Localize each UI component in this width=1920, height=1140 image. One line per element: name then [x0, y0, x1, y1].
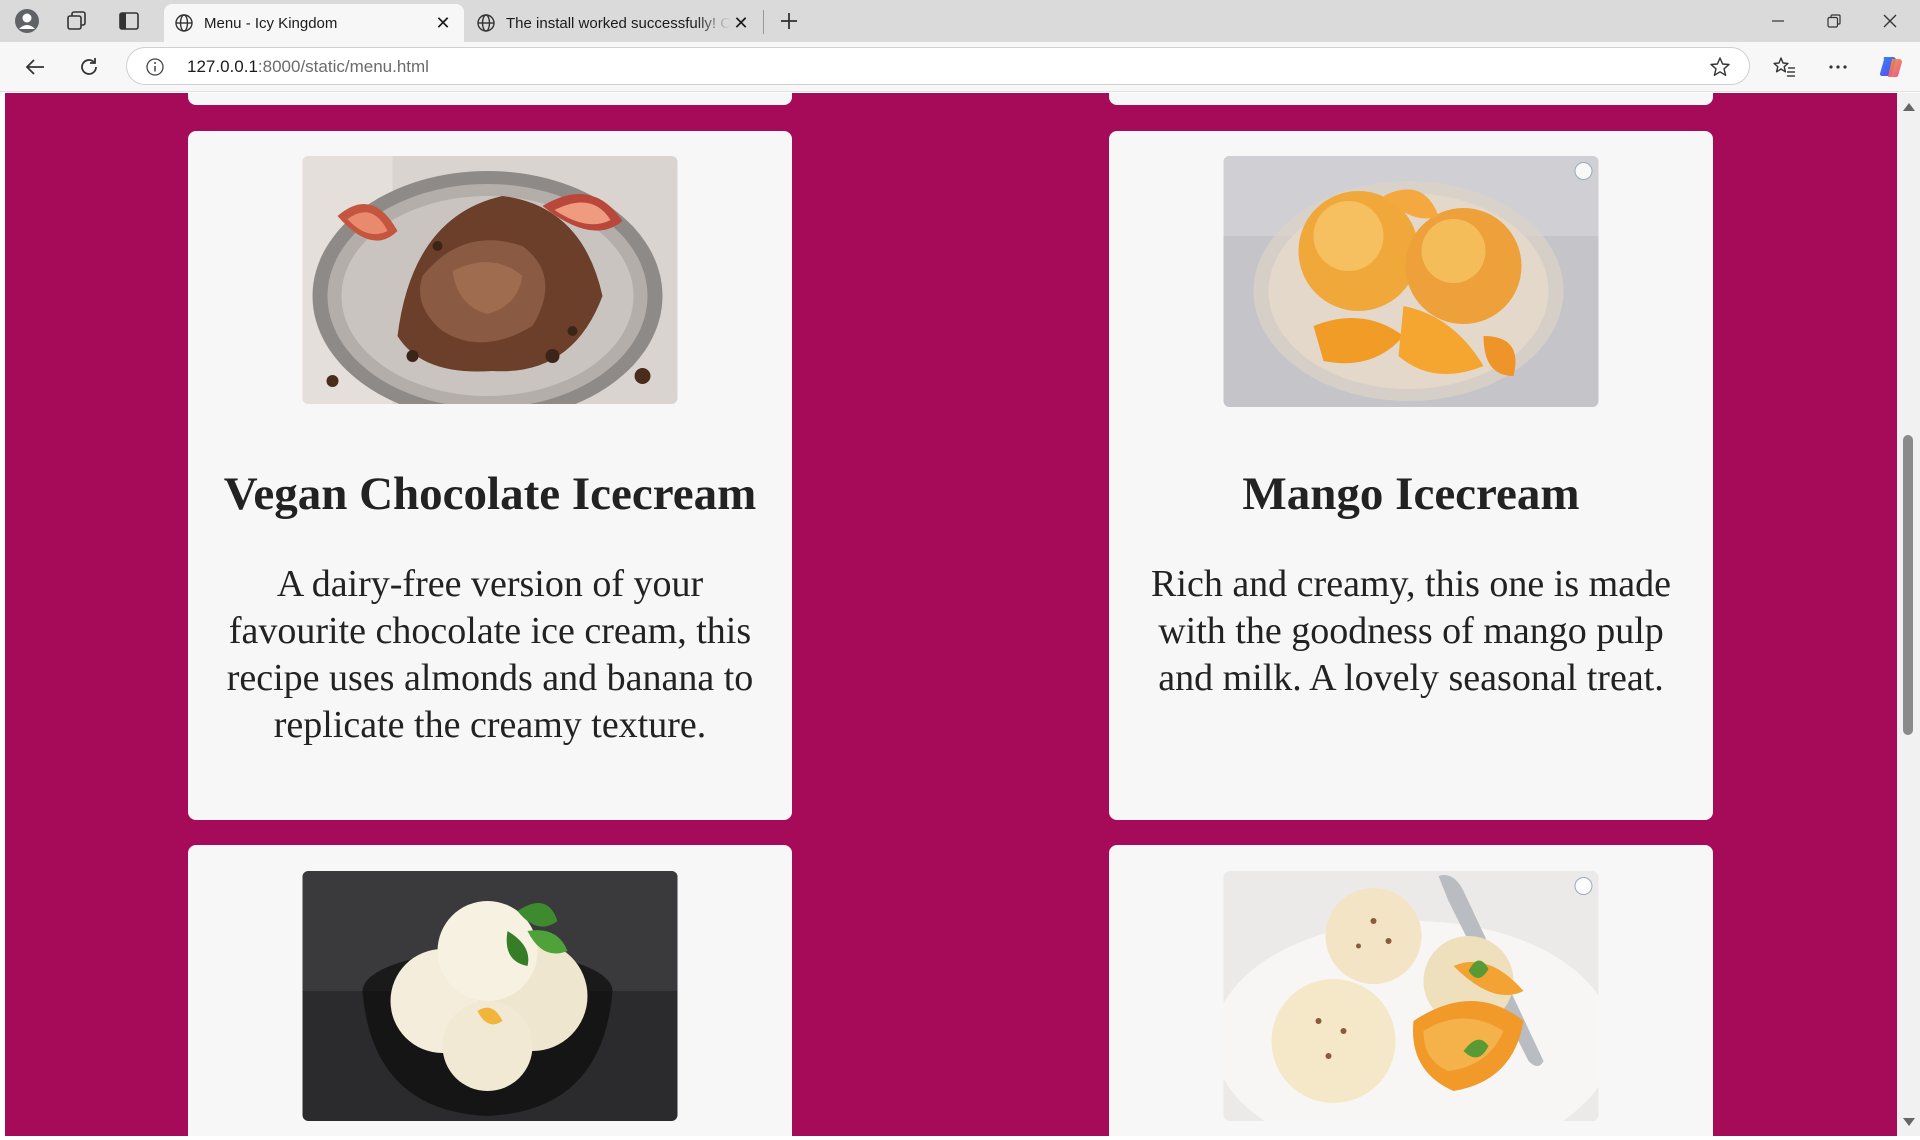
menu-item-description: A dairy-free version of your favourite c… [226, 563, 754, 746]
url-host: 127.0.0.1 [187, 57, 258, 76]
refresh-button[interactable] [71, 49, 107, 85]
chocolate-icecream-picture [302, 156, 678, 404]
favorite-star-icon[interactable] [1709, 56, 1731, 78]
close-tab-icon[interactable]: ✕ [730, 12, 752, 34]
vertical-tabs-button[interactable] [109, 5, 149, 37]
url-path: :8000/static/menu.html [257, 57, 429, 76]
workspaces-icon [67, 11, 86, 30]
mango-image [1223, 156, 1599, 407]
globe-icon [477, 14, 495, 32]
browser-toolbar: 127.0.0.1:8000/static/menu.html [0, 42, 1920, 92]
visual-search-icon[interactable] [1574, 877, 1593, 895]
back-button[interactable] [17, 49, 53, 85]
back-arrow-icon [25, 59, 44, 75]
minimize-button[interactable] [1750, 0, 1806, 42]
tab-install-worked[interactable]: The install worked successfully! Congrat… [466, 4, 762, 42]
peach-icecream-picture [1223, 871, 1599, 1121]
scroll-down-icon[interactable] [1903, 1118, 1915, 1126]
plus-icon [781, 13, 797, 29]
visual-search-icon[interactable] [1574, 162, 1593, 180]
vanilla-image [302, 871, 678, 1121]
vanilla-icecream-picture [302, 871, 678, 1121]
profile-icon [15, 9, 39, 33]
menu-item-title: Mango Icecream [1242, 468, 1580, 520]
refresh-icon [81, 58, 97, 75]
peach-image [1223, 871, 1599, 1121]
address-bar[interactable]: 127.0.0.1:8000/static/menu.html [126, 47, 1750, 85]
close-icon [1883, 14, 1897, 28]
tab-menu-icy-kingdom[interactable]: Menu - Icy Kingdom ✕ [164, 4, 464, 42]
scroll-up-icon[interactable] [1903, 103, 1915, 111]
url-text: 127.0.0.1:8000/static/menu.html [187, 57, 429, 77]
restore-button[interactable] [1806, 0, 1862, 42]
collections-button[interactable] [57, 5, 97, 37]
copilot-icon [1879, 57, 1902, 78]
restore-icon [1827, 14, 1841, 28]
browser-tab-bar: Menu - Icy Kingdom ✕ The install worked … [0, 0, 1920, 42]
page-scrollbar[interactable] [1897, 93, 1920, 1136]
menu-card-vanilla [188, 845, 792, 1136]
new-tab-button[interactable] [769, 5, 809, 37]
page-content: Vegan Chocolate Icecream A dairy-free ve… [5, 93, 1897, 1136]
scroll-thumb[interactable] [1903, 435, 1913, 735]
tab-separator [763, 10, 764, 34]
menu-card-peach [1109, 845, 1713, 1136]
favorites-button[interactable] [1766, 49, 1802, 85]
menu-card-mango: Mango Icecream Rich and creamy, this one… [1109, 131, 1713, 820]
close-window-button[interactable] [1862, 0, 1918, 42]
minimize-icon [1772, 20, 1784, 22]
favorites-list-icon [1773, 57, 1795, 77]
site-info-icon[interactable] [145, 57, 165, 77]
copilot-button[interactable] [1874, 49, 1910, 85]
close-tab-icon[interactable]: ✕ [432, 12, 454, 34]
tab-title: Menu - Icy Kingdom [204, 14, 338, 32]
menu-item-title: Vegan Chocolate Icecream [223, 468, 757, 520]
more-dots-icon [1829, 65, 1847, 69]
menu-item-description: Rich and creamy, this one is made with t… [1151, 563, 1671, 699]
menu-card-previous-right [1109, 93, 1713, 105]
tab-actions-icon [119, 12, 139, 30]
menu-card-vegan-chocolate: Vegan Chocolate Icecream A dairy-free ve… [188, 131, 792, 820]
tab-title: The install worked successfully! Congrat… [506, 14, 730, 32]
menu-card-previous-left [188, 93, 792, 105]
mango-icecream-picture [1223, 156, 1599, 407]
vegan-chocolate-image [302, 156, 678, 404]
more-options-button[interactable] [1820, 49, 1856, 85]
profile-button[interactable] [7, 5, 47, 37]
globe-icon [175, 14, 193, 32]
